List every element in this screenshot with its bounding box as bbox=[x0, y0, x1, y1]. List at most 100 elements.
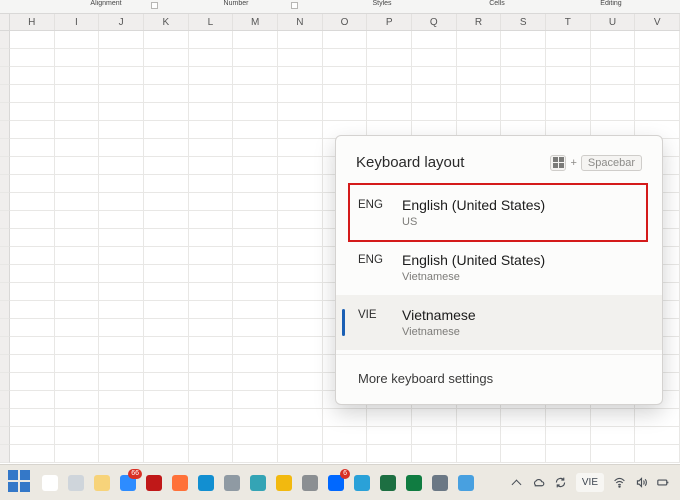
cell[interactable] bbox=[189, 121, 234, 139]
cell[interactable] bbox=[189, 355, 234, 373]
cell[interactable] bbox=[55, 283, 100, 301]
cell[interactable] bbox=[144, 193, 189, 211]
cell[interactable] bbox=[412, 49, 457, 67]
cell[interactable] bbox=[546, 85, 591, 103]
cell[interactable] bbox=[144, 229, 189, 247]
cell[interactable] bbox=[99, 175, 144, 193]
column-header[interactable]: T bbox=[546, 14, 591, 30]
cell[interactable] bbox=[55, 355, 100, 373]
cell[interactable] bbox=[233, 31, 278, 49]
cell[interactable] bbox=[233, 391, 278, 409]
cell[interactable] bbox=[233, 67, 278, 85]
cell[interactable] bbox=[144, 355, 189, 373]
cell[interactable] bbox=[55, 103, 100, 121]
cell[interactable] bbox=[144, 211, 189, 229]
cell[interactable] bbox=[189, 391, 234, 409]
cell[interactable] bbox=[189, 49, 234, 67]
row-header[interactable] bbox=[0, 373, 10, 391]
column-header[interactable]: M bbox=[233, 14, 278, 30]
row-header[interactable] bbox=[0, 49, 10, 67]
cell[interactable] bbox=[189, 427, 234, 445]
cell[interactable] bbox=[412, 409, 457, 427]
cell[interactable] bbox=[278, 175, 323, 193]
cell[interactable] bbox=[10, 283, 55, 301]
cell[interactable] bbox=[189, 265, 234, 283]
cell[interactable] bbox=[144, 157, 189, 175]
cell[interactable] bbox=[278, 427, 323, 445]
cell[interactable] bbox=[457, 67, 502, 85]
cell[interactable] bbox=[189, 211, 234, 229]
cell[interactable] bbox=[367, 31, 412, 49]
cell[interactable] bbox=[144, 337, 189, 355]
cell[interactable] bbox=[189, 337, 234, 355]
cell[interactable] bbox=[10, 103, 55, 121]
cell[interactable] bbox=[55, 175, 100, 193]
cell[interactable] bbox=[457, 49, 502, 67]
input-language-indicator[interactable]: VIE bbox=[576, 473, 604, 492]
cell[interactable] bbox=[412, 427, 457, 445]
cell[interactable] bbox=[412, 445, 457, 463]
row-header[interactable] bbox=[0, 445, 10, 463]
cell[interactable] bbox=[233, 427, 278, 445]
cell[interactable] bbox=[99, 265, 144, 283]
cell[interactable] bbox=[55, 67, 100, 85]
cell[interactable] bbox=[99, 391, 144, 409]
cell[interactable] bbox=[233, 175, 278, 193]
cell[interactable] bbox=[99, 31, 144, 49]
language-option[interactable]: VIEVietnameseVietnamese bbox=[336, 295, 662, 350]
cell[interactable] bbox=[10, 409, 55, 427]
row-header[interactable] bbox=[0, 409, 10, 427]
cell[interactable] bbox=[55, 319, 100, 337]
cell[interactable] bbox=[278, 247, 323, 265]
cell[interactable] bbox=[278, 229, 323, 247]
cell[interactable] bbox=[367, 67, 412, 85]
cell[interactable] bbox=[144, 283, 189, 301]
row-header[interactable] bbox=[0, 67, 10, 85]
cell[interactable] bbox=[189, 229, 234, 247]
cell[interactable] bbox=[233, 355, 278, 373]
cell[interactable] bbox=[278, 49, 323, 67]
cell[interactable] bbox=[501, 49, 546, 67]
cell[interactable] bbox=[189, 67, 234, 85]
column-header[interactable]: P bbox=[367, 14, 412, 30]
cell[interactable] bbox=[189, 175, 234, 193]
cell[interactable] bbox=[99, 373, 144, 391]
cell[interactable] bbox=[278, 391, 323, 409]
cell[interactable] bbox=[233, 49, 278, 67]
cell[interactable] bbox=[10, 427, 55, 445]
zoom-icon[interactable]: 66 bbox=[116, 471, 140, 495]
cell[interactable] bbox=[144, 445, 189, 463]
cell[interactable] bbox=[55, 121, 100, 139]
cell[interactable] bbox=[457, 409, 502, 427]
cell[interactable] bbox=[233, 409, 278, 427]
cell[interactable] bbox=[144, 139, 189, 157]
start-button[interactable] bbox=[8, 470, 34, 496]
cell[interactable] bbox=[10, 67, 55, 85]
cell[interactable] bbox=[635, 67, 680, 85]
cell[interactable] bbox=[55, 139, 100, 157]
row-header[interactable] bbox=[0, 391, 10, 409]
row-header[interactable] bbox=[0, 139, 10, 157]
cell[interactable] bbox=[10, 229, 55, 247]
cell[interactable] bbox=[144, 175, 189, 193]
row-header[interactable] bbox=[0, 283, 10, 301]
cell[interactable] bbox=[55, 337, 100, 355]
cell[interactable] bbox=[278, 121, 323, 139]
cell[interactable] bbox=[189, 85, 234, 103]
cell[interactable] bbox=[144, 301, 189, 319]
cell[interactable] bbox=[144, 373, 189, 391]
excel-icon[interactable] bbox=[402, 471, 426, 495]
cell[interactable] bbox=[233, 103, 278, 121]
cell[interactable] bbox=[278, 283, 323, 301]
cell[interactable] bbox=[278, 265, 323, 283]
cell[interactable] bbox=[278, 319, 323, 337]
cell[interactable] bbox=[635, 445, 680, 463]
cell[interactable] bbox=[10, 337, 55, 355]
row-header[interactable] bbox=[0, 193, 10, 211]
cell[interactable] bbox=[189, 301, 234, 319]
language-option[interactable]: ENGEnglish (United States)Vietnamese bbox=[336, 240, 662, 295]
cell[interactable] bbox=[501, 427, 546, 445]
cell[interactable] bbox=[591, 49, 636, 67]
cell[interactable] bbox=[501, 445, 546, 463]
cell[interactable] bbox=[591, 409, 636, 427]
